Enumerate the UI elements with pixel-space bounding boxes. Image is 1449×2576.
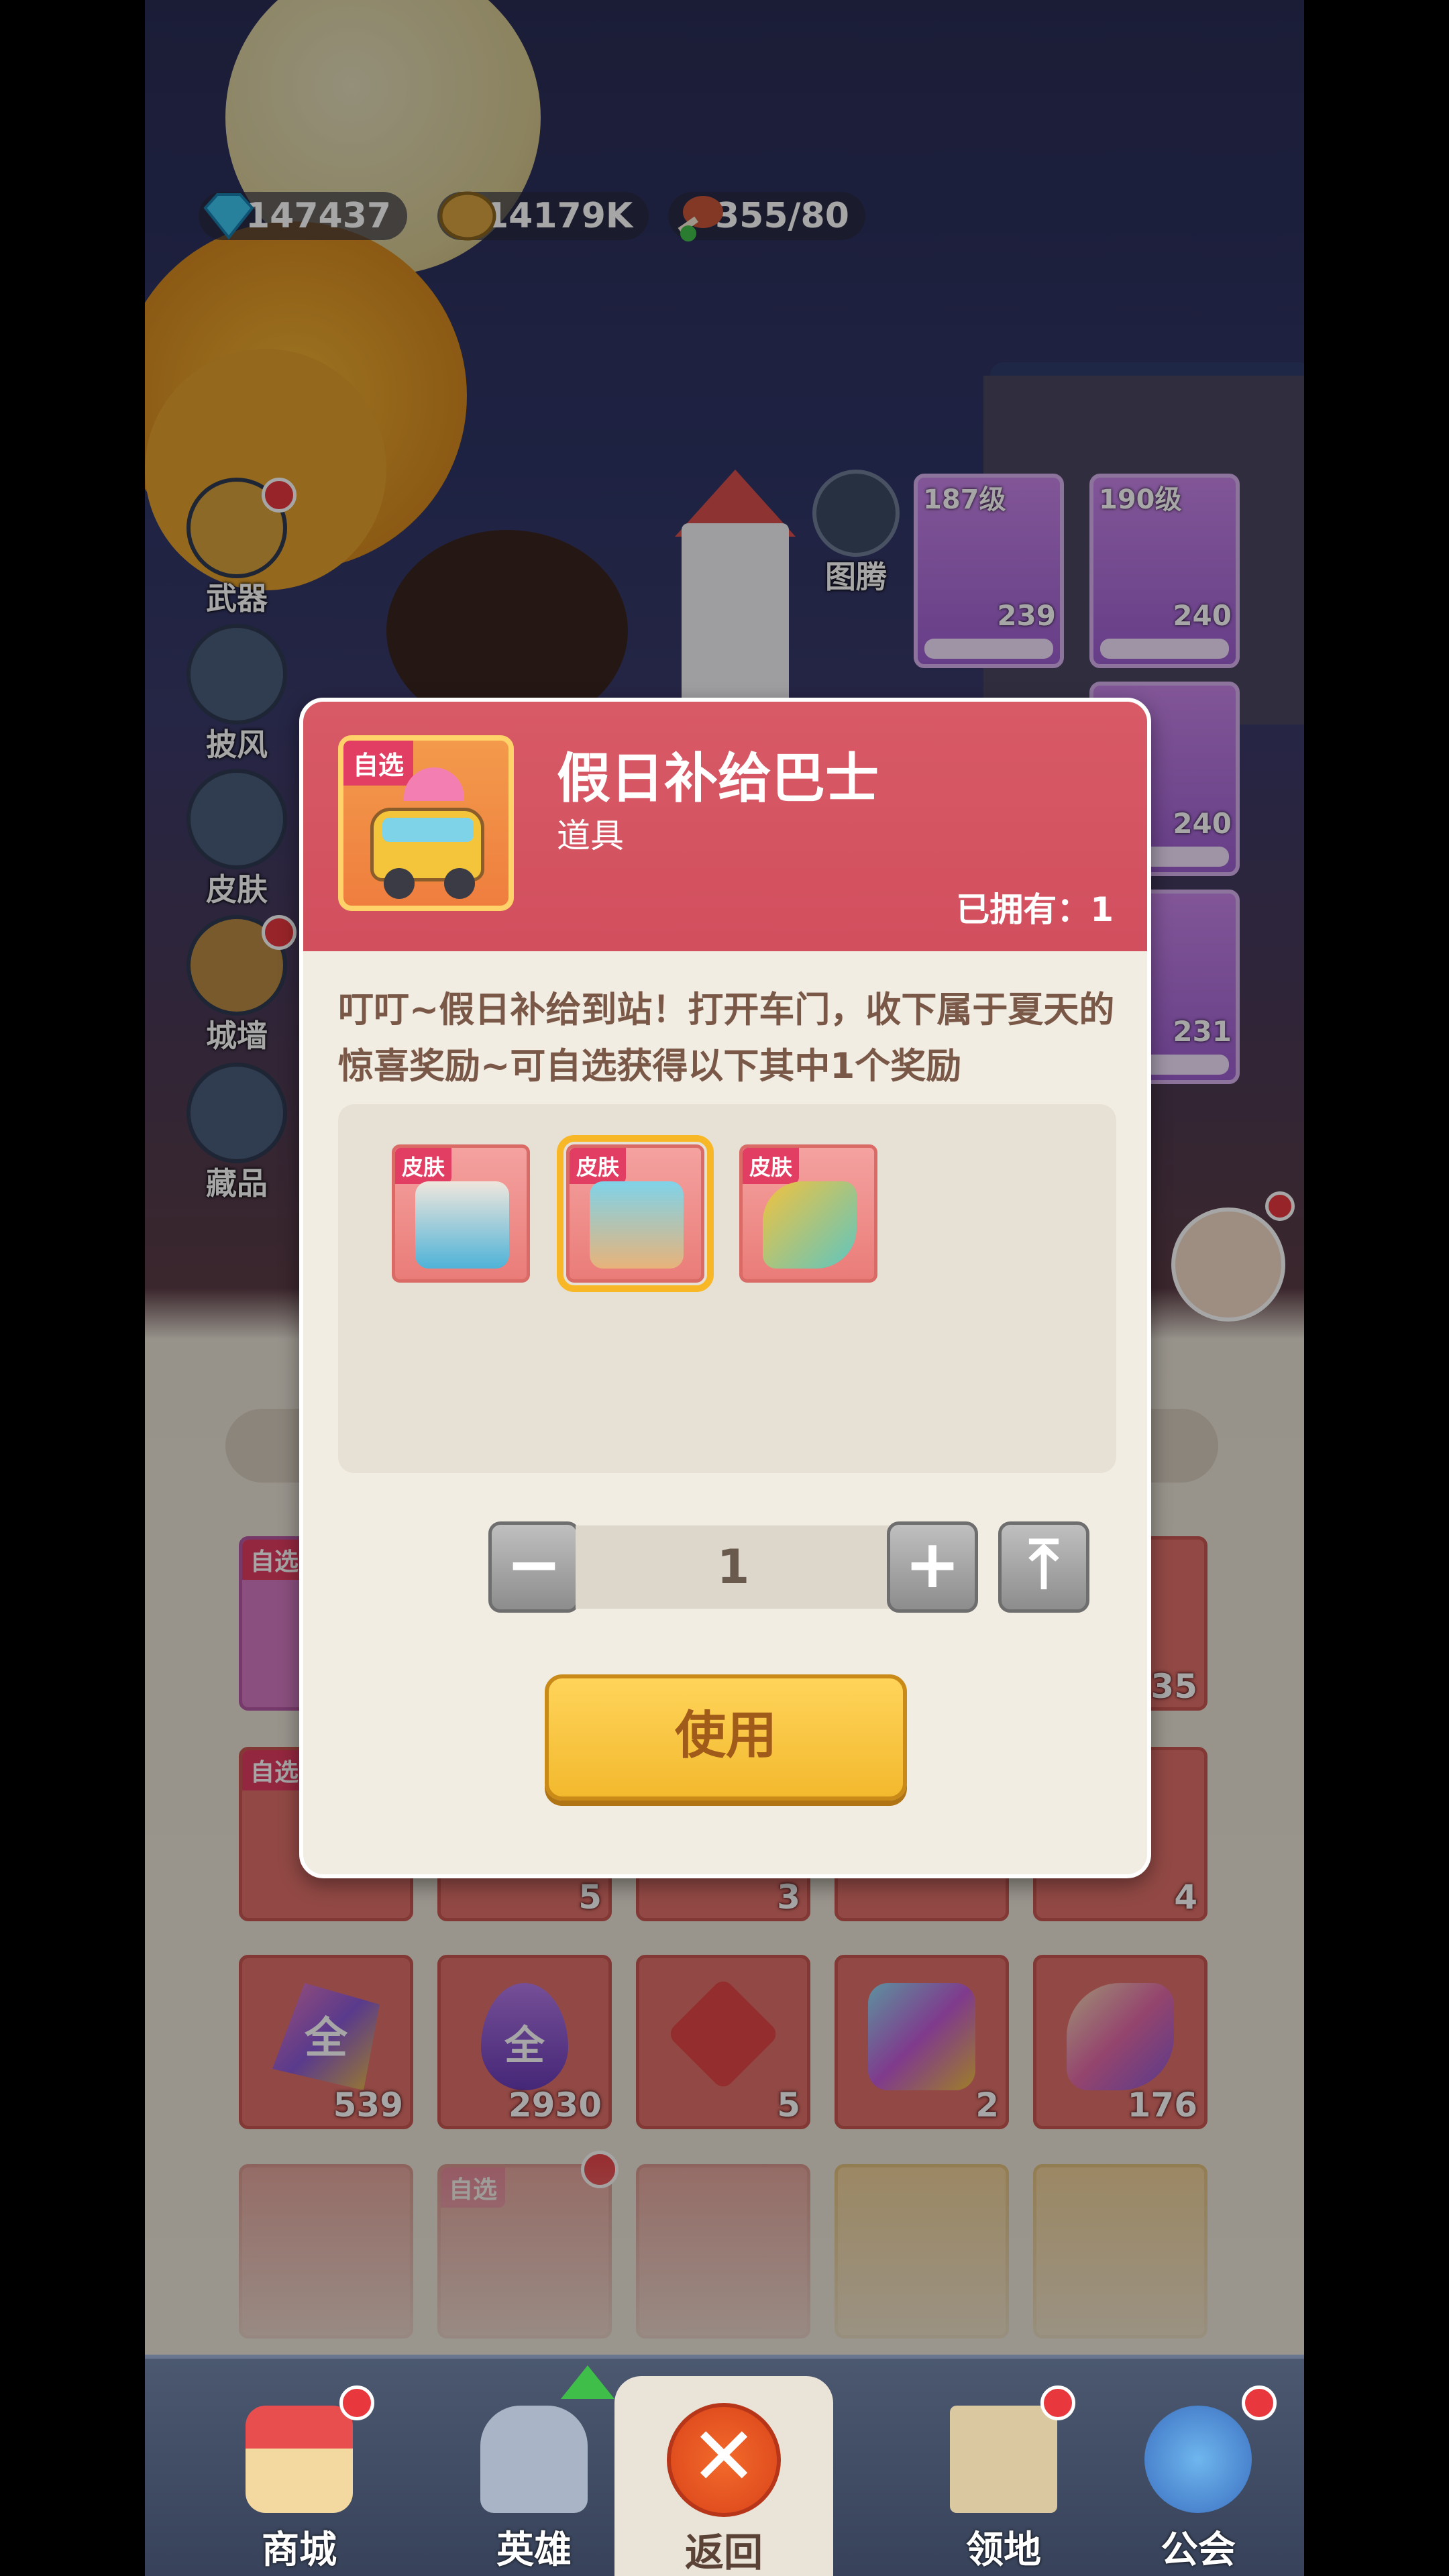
notification-dot xyxy=(339,2385,374,2420)
item-icon-tag: 自选 xyxy=(343,741,414,786)
item-title: 假日补给巴士 xyxy=(557,747,879,810)
nav-back-label: 返回 xyxy=(684,2530,763,2575)
reward-tag: 皮肤 xyxy=(743,1148,800,1184)
skin-frame-art xyxy=(590,1181,684,1269)
helmet-icon xyxy=(480,2406,588,2513)
game-screen: 147437 14179K 355/80 武器 披风 皮肤 城墙 藏品 图腾 1… xyxy=(145,0,1304,2576)
use-button[interactable]: 使用 xyxy=(545,1674,907,1801)
nav-territory-label: 领地 xyxy=(966,2528,1041,2572)
shop-icon xyxy=(246,2406,353,2513)
skin-character-art xyxy=(415,1181,509,1269)
item-icon: 自选 xyxy=(338,735,514,911)
reward-option-selected[interactable]: 皮肤 xyxy=(557,1135,714,1292)
nav-heroes-label: 英雄 xyxy=(496,2528,572,2572)
planet-icon xyxy=(1144,2406,1252,2513)
bus-wheel xyxy=(444,868,475,899)
reward-option[interactable]: 皮肤 xyxy=(392,1144,530,1283)
nav-territory[interactable]: 领地 xyxy=(903,2385,1104,2576)
reward-options: 皮肤 皮肤 皮肤 xyxy=(338,1104,1116,1473)
item-detail-dialog: 自选 假日补给巴士 道具 已拥有：1 叮叮~假日补给到站！打开车门，收下属于夏天… xyxy=(299,698,1151,1878)
dialog-header: 自选 假日补给巴士 道具 已拥有：1 xyxy=(303,702,1147,951)
reward-option[interactable]: 皮肤 xyxy=(739,1144,877,1283)
bus-wheel xyxy=(384,868,415,899)
nav-shop-label: 商城 xyxy=(262,2528,337,2572)
notification-dot xyxy=(1040,2385,1075,2420)
nav-heroes[interactable]: 英雄 xyxy=(433,2365,635,2576)
item-description: 叮叮~假日补给到站！打开车门，收下属于夏天的惊喜奖励~可自选获得以下其中1个奖励 xyxy=(338,989,1115,1087)
item-type: 道具 xyxy=(557,816,624,855)
castle-icon xyxy=(950,2406,1057,2513)
nav-shop[interactable]: 商城 xyxy=(199,2385,400,2576)
quantity-max-button[interactable]: ⤒ xyxy=(998,1521,1089,1613)
upgrade-arrow-icon xyxy=(561,2365,614,2399)
quantity-increase-button[interactable]: + xyxy=(887,1521,978,1613)
bus-window xyxy=(382,818,474,842)
quantity-field[interactable]: 1 xyxy=(576,1525,891,1609)
quantity-decrease-button[interactable]: − xyxy=(488,1521,580,1613)
bottom-navigation: 商城 英雄 ✕ 返回 领地 公会 xyxy=(145,2355,1304,2576)
owned-count: 已拥有：1 xyxy=(956,890,1114,929)
nav-guild[interactable]: 公会 xyxy=(1097,2385,1299,2576)
reward-tag: 皮肤 xyxy=(395,1148,452,1184)
notification-dot xyxy=(1242,2385,1277,2420)
nav-guild-label: 公会 xyxy=(1161,2528,1236,2572)
nav-back-tab[interactable]: ✕ 返回 xyxy=(614,2376,833,2576)
close-icon: ✕ xyxy=(667,2403,781,2517)
skin-weapon-art xyxy=(763,1181,857,1269)
reward-tag: 皮肤 xyxy=(570,1148,627,1184)
